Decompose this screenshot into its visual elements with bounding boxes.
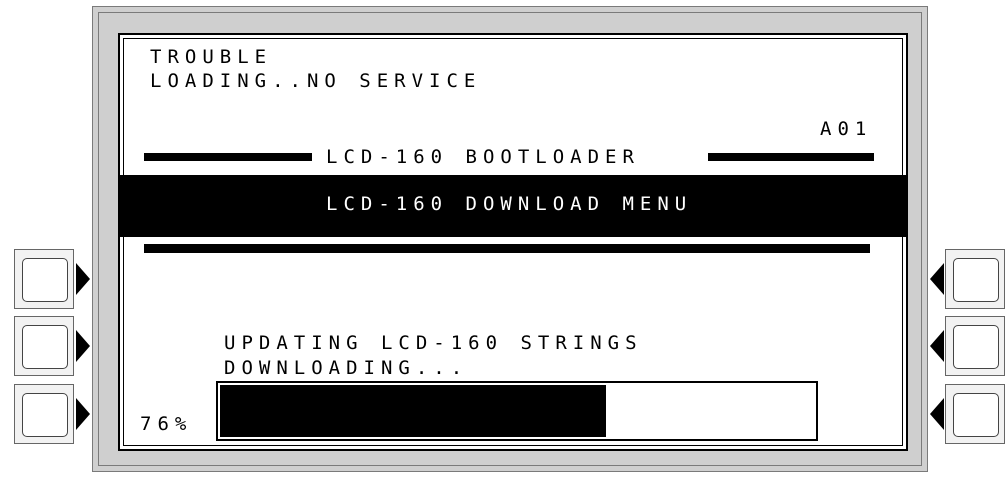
- right-soft-key-3[interactable]: [945, 384, 1005, 444]
- header-title: LCD-160 BOOTLOADER: [326, 146, 640, 168]
- key-face: [953, 325, 999, 369]
- lcd-screen: TROUBLE LOADING..NO SERVICE A01 LCD-160 …: [118, 33, 908, 451]
- download-message: DOWNLOADING...: [224, 357, 469, 379]
- header-row: LCD-160 BOOTLOADER: [144, 145, 874, 169]
- arrow-left-icon: [930, 398, 944, 430]
- arrow-right-icon: [76, 330, 90, 362]
- progress-fill: [220, 385, 606, 437]
- header-rule-left: [144, 153, 312, 161]
- update-message: UPDATING LCD-160 STRINGS: [224, 332, 643, 354]
- arrow-left-icon: [930, 330, 944, 362]
- right-soft-key-1[interactable]: [945, 249, 1005, 309]
- menu-title: LCD-160 DOWNLOAD MENU: [326, 193, 693, 215]
- key-face: [953, 393, 999, 437]
- menu-title-band: LCD-160 DOWNLOAD MENU: [120, 175, 906, 237]
- menu-divider: [144, 244, 870, 253]
- status-detail: LOADING..NO SERVICE: [150, 70, 482, 92]
- header-rule-right: [708, 153, 874, 161]
- key-face: [22, 258, 68, 302]
- arrow-right-icon: [76, 398, 90, 430]
- arrow-left-icon: [930, 263, 944, 295]
- progress-bar: [216, 381, 818, 441]
- left-soft-key-2[interactable]: [14, 316, 74, 376]
- arrow-right-icon: [76, 263, 90, 295]
- left-soft-key-3[interactable]: [14, 384, 74, 444]
- progress-percent: 76%: [140, 413, 193, 435]
- right-soft-key-2[interactable]: [945, 316, 1005, 376]
- key-face: [22, 393, 68, 437]
- key-face: [22, 325, 68, 369]
- screen-code: A01: [820, 118, 873, 140]
- left-soft-key-1[interactable]: [14, 249, 74, 309]
- key-face: [953, 258, 999, 302]
- status-trouble: TROUBLE: [150, 46, 273, 68]
